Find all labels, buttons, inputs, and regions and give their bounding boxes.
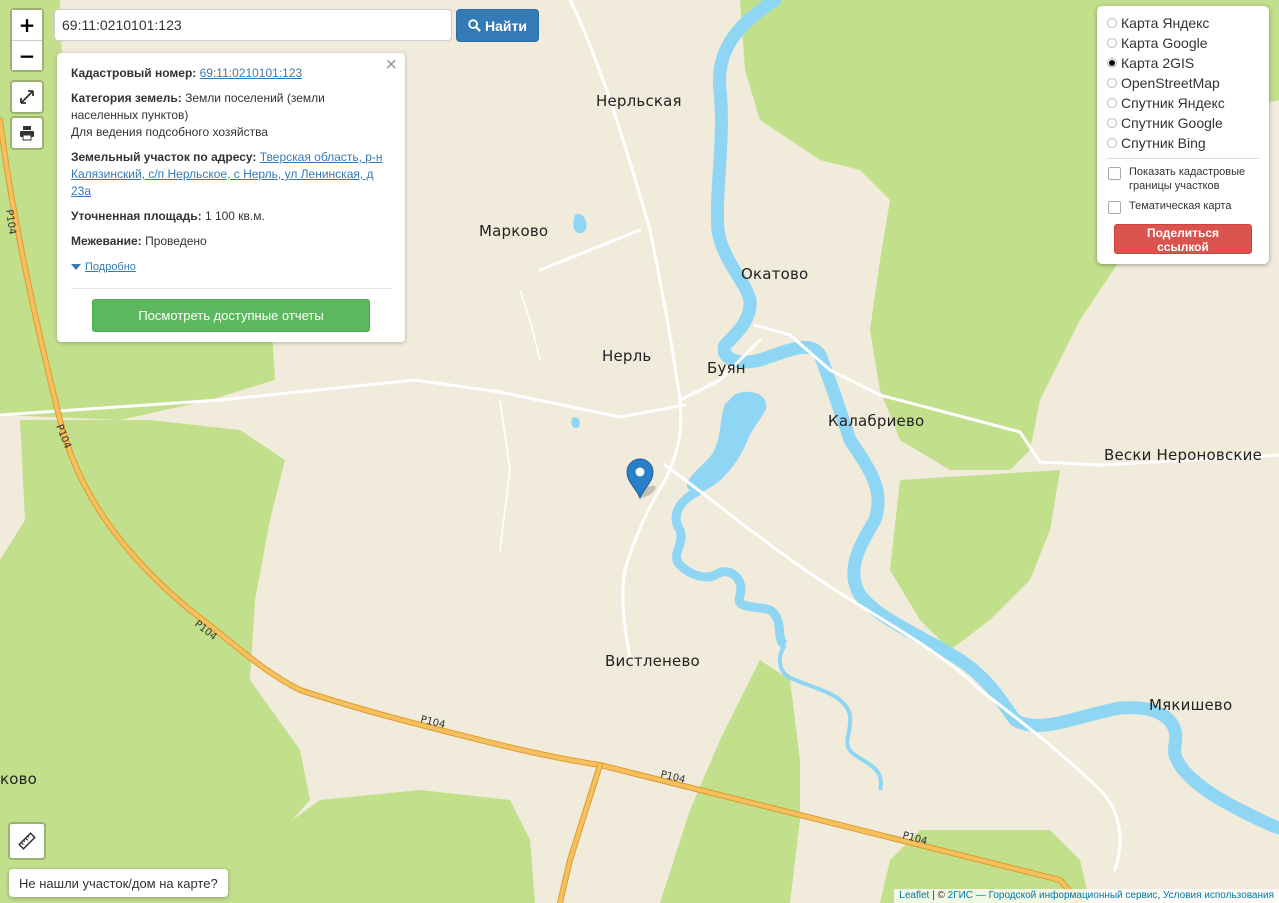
provider-link[interactable]: 2ГИС — Городской информационный сервис [948, 890, 1158, 901]
layer-option-label: Карта Яндекс [1121, 15, 1210, 31]
popup-divider [71, 287, 391, 289]
survey-label: Межевание: [71, 234, 142, 248]
search-input[interactable] [54, 9, 452, 41]
leaflet-link[interactable]: Leaflet [899, 890, 929, 901]
not-found-label: Не нашли участок/дом на карте? [19, 875, 218, 891]
layer-option-label: Спутник Bing [1121, 135, 1206, 151]
place-kalabrievo: Калабриево [828, 412, 924, 430]
cadastral-label: Кадастровый номер: [71, 66, 197, 80]
layer-option-label: Спутник Google [1121, 115, 1223, 131]
zoom-in-button[interactable]: + [12, 10, 42, 40]
search-icon [468, 19, 481, 32]
place-veski: Вески Нероновские [1104, 446, 1262, 464]
print-button[interactable] [10, 116, 44, 150]
layer-option-label: Спутник Яндекс [1121, 95, 1225, 111]
search-button-label: Найти [485, 17, 527, 34]
pond-2 [571, 417, 580, 428]
layer-option-label: Карта Google [1121, 35, 1208, 51]
radio-icon [1107, 38, 1117, 48]
more-details-label: Подробно [85, 260, 136, 273]
measure-button[interactable] [8, 822, 46, 860]
category-note: Для ведения подсобного хозяйства [71, 125, 268, 139]
layer-option-bing-satellite[interactable]: Спутник Bing [1107, 133, 1259, 153]
area-row: Уточненная площадь: 1 100 кв.м. [71, 208, 391, 225]
radio-icon [1107, 78, 1117, 88]
place-markovo: Марково [479, 222, 548, 240]
cadastral-borders-toggle[interactable]: Показать кадастровые границы участков [1107, 165, 1259, 193]
address-row: Земельный участок по адресу: Тверская об… [71, 149, 391, 200]
layer-option-label: OpenStreetMap [1121, 75, 1220, 91]
radio-icon [1107, 118, 1117, 128]
place-buyan: Буян [707, 359, 746, 377]
area-value: 1 100 кв.м. [204, 209, 265, 223]
view-reports-button[interactable]: Посмотреть доступные отчеты [92, 298, 370, 332]
layer-option-google-map[interactable]: Карта Google [1107, 33, 1259, 53]
parcel-info-popup: × Кадастровый номер: 69:11:0210101:123 К… [57, 53, 405, 342]
place-myakishevo: Мякишево [1149, 696, 1232, 714]
share-link-button[interactable]: Поделиться ссылкой [1114, 224, 1252, 254]
thematic-map-toggle[interactable]: Тематическая карта [1107, 199, 1259, 214]
place-okatovo: Окатово [741, 265, 808, 283]
layer-option-osm[interactable]: OpenStreetMap [1107, 73, 1259, 93]
expand-icon [20, 90, 34, 104]
fullscreen-button[interactable] [10, 80, 44, 114]
map-attribution: Leaflet | © 2ГИС — Городской информацион… [894, 889, 1279, 903]
layer-option-yandex-satellite[interactable]: Спутник Яндекс [1107, 93, 1259, 113]
layer-option-google-satellite[interactable]: Спутник Google [1107, 113, 1259, 133]
thematic-map-label: Тематическая карта [1129, 200, 1232, 212]
layer-divider [1107, 158, 1259, 159]
place-kovo: ково [0, 770, 37, 788]
place-nerlskaya: Нерльская [596, 92, 682, 110]
printer-icon [20, 126, 34, 141]
zoom-out-button[interactable]: − [12, 40, 42, 70]
radio-checked-icon [1107, 58, 1117, 68]
search-button[interactable]: Найти [456, 9, 539, 42]
radio-icon [1107, 138, 1117, 148]
caret-down-icon [71, 264, 81, 270]
survey-value: Проведено [145, 234, 207, 248]
not-found-button[interactable]: Не нашли участок/дом на карте? [9, 869, 228, 897]
place-nerl: Нерль [602, 347, 651, 365]
terms-link[interactable]: Условия использования [1163, 890, 1274, 901]
address-label: Земельный участок по адресу: [71, 150, 257, 164]
place-vistlenevo: Вистленево [605, 652, 700, 670]
layer-switcher: Карта Яндекс Карта Google Карта 2GIS Ope… [1097, 6, 1269, 264]
close-icon[interactable]: × [385, 55, 397, 75]
survey-row: Межевание: Проведено [71, 233, 391, 250]
area-label: Уточненная площадь: [71, 209, 202, 223]
attribution-sep: | © [929, 890, 948, 901]
cadastral-link[interactable]: 69:11:0210101:123 [200, 66, 303, 80]
radio-icon [1107, 18, 1117, 28]
layer-option-label: Карта 2GIS [1121, 55, 1195, 71]
checkbox-icon [1108, 201, 1121, 214]
ruler-icon [18, 832, 36, 850]
category-row: Категория земель: Земли поселений (земли… [71, 90, 391, 141]
cadastral-borders-label: Показать кадастровые границы участков [1129, 166, 1246, 192]
layer-option-yandex-map[interactable]: Карта Яндекс [1107, 13, 1259, 33]
radio-icon [1107, 98, 1117, 108]
cadastral-row: Кадастровый номер: 69:11:0210101:123 [71, 65, 391, 82]
checkbox-icon [1108, 167, 1121, 180]
category-label: Категория земель: [71, 91, 182, 105]
zoom-control: + − [10, 8, 44, 72]
layer-option-2gis-map[interactable]: Карта 2GIS [1107, 53, 1259, 73]
more-details-link[interactable]: Подробно [71, 259, 136, 276]
